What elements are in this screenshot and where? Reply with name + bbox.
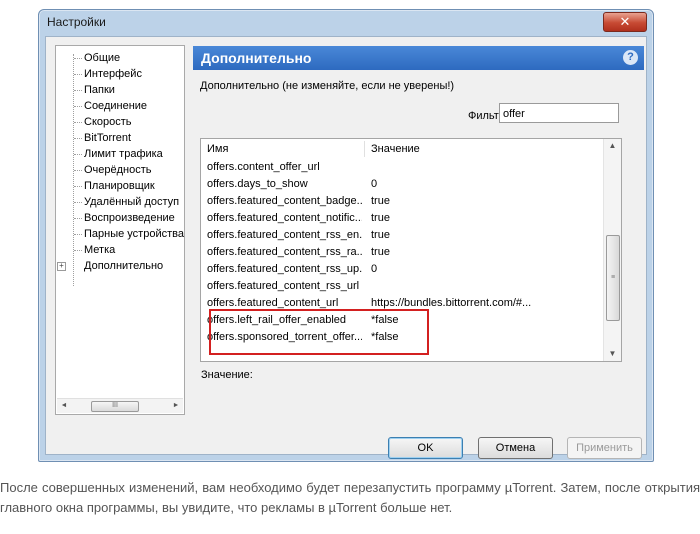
help-icon[interactable]: ? [623,50,638,65]
table-row[interactable]: offers.featured_content_badge... true [201,193,603,210]
filter-input[interactable]: offer [499,103,619,123]
tree-item-label[interactable]: Метка [56,242,115,258]
settings-window: Настройки ✕ Общие Интерфейс Папки Соедин… [38,9,654,462]
tree-horizontal-scrollbar[interactable]: ◄ III ► [57,398,183,413]
tree-item-playback[interactable]: Воспроизведение [56,210,175,226]
scroll-thumb[interactable]: III [91,401,139,412]
highlight-box [209,309,429,355]
expand-icon[interactable]: + [57,262,66,271]
value-label: Значение: [201,369,253,381]
advanced-settings-group: Дополнительно (не изменяйте, если не уве… [193,80,644,407]
tree-item-remote-access[interactable]: Удалённый доступ [56,194,179,210]
tree-item-interface[interactable]: Интерфейс [56,66,142,82]
table-row[interactable]: offers.featured_content_rss_en... true [201,227,603,244]
tree-item-advanced[interactable]: + Дополнительно [56,258,163,274]
title-bar: Настройки ✕ [39,10,653,36]
tree-item-queueing[interactable]: Очерёдность [56,162,152,178]
table-row[interactable]: offers.featured_content_rss_url [201,278,603,295]
scroll-right-icon[interactable]: ► [170,400,182,412]
scroll-down-icon[interactable]: ▼ [604,347,621,361]
dialog-client-area: Общие Интерфейс Папки Соединение Скорост… [45,36,647,459]
panel-title: Дополнительно [201,50,312,66]
table-row[interactable]: offers.featured_content_notific... true [201,210,603,227]
settings-tree: Общие Интерфейс Папки Соединение Скорост… [55,45,185,415]
panel-header: Дополнительно ? [193,46,644,70]
tree-item-bittorrent[interactable]: BitTorrent [56,130,131,146]
tree-item-folders[interactable]: Папки [56,82,115,98]
tree-item-general[interactable]: Общие [56,50,120,66]
column-separator[interactable] [364,141,365,157]
close-button[interactable]: ✕ [603,12,647,32]
table-row[interactable]: offers.featured_content_rss_up... 0 [201,261,603,278]
cancel-button[interactable]: Отмена [478,437,553,459]
caption-text: После совершенных изменений, вам необход… [0,480,700,515]
table-row[interactable]: offers.featured_content_rss_ra... true [201,244,603,261]
column-header-value[interactable]: Значение [371,139,420,159]
scroll-up-icon[interactable]: ▲ [604,139,621,153]
group-title: Дополнительно (не изменяйте, если не уве… [200,80,455,92]
list-vertical-scrollbar[interactable]: ▲ ≡ ▼ [603,139,621,361]
window-title: Настройки [47,15,106,29]
tree-item-paired-devices[interactable]: Парные устройства [56,226,184,242]
tree-item-connection[interactable]: Соединение [56,98,147,114]
column-header-name[interactable]: Имя [207,139,228,159]
settings-list: Имя Значение offers.content_offer_url of… [200,138,622,362]
table-row[interactable]: offers.days_to_show 0 [201,176,603,193]
scroll-left-icon[interactable]: ◄ [58,400,70,412]
tree-item-speed[interactable]: Скорость [56,114,132,130]
table-row[interactable]: offers.content_offer_url [201,159,603,176]
tree-item-traffic-limit[interactable]: Лимит трафика [56,146,163,162]
apply-button[interactable]: Применить [567,437,642,459]
ok-button[interactable]: OK [388,437,463,459]
scroll-thumb[interactable]: ≡ [606,235,620,321]
tree-item-scheduler[interactable]: Планировщик [56,178,155,194]
